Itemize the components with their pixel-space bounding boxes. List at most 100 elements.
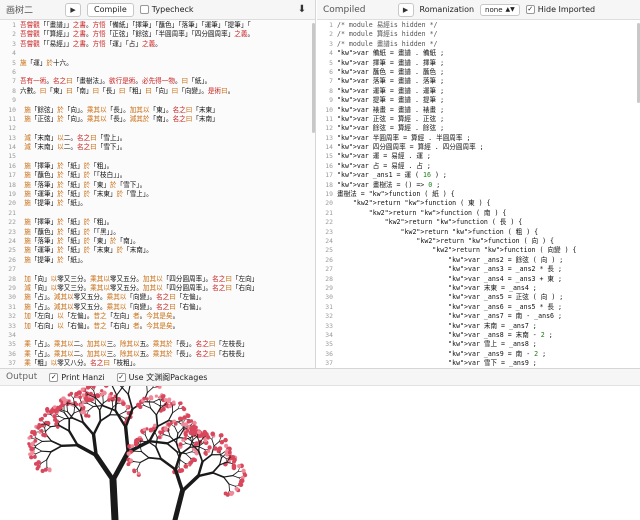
line-number: 21 <box>325 208 333 217</box>
blossom <box>183 432 188 437</box>
compiled-line: 29 "kw">var 末東 = _ans4 ; <box>317 284 640 293</box>
hide-imported-label: Hide Imported <box>537 5 596 14</box>
blossom <box>157 435 162 440</box>
blossom <box>161 394 166 398</box>
typecheck-checkbox[interactable] <box>139 5 149 14</box>
blossom <box>109 391 114 396</box>
file-title[interactable]: 画树二 <box>6 3 33 16</box>
line-number: 7 <box>12 77 16 86</box>
tree-branch <box>152 398 160 403</box>
blossom <box>193 458 197 463</box>
source-line-text: 乘「占」。乘其以二。加其以三。除其以五。乘其於「長」。名之曰「左枝長」 <box>24 340 249 349</box>
compiled-line: 22 "kw2">return "kw">function ( 長 ) { <box>317 218 640 227</box>
blossom <box>27 436 31 440</box>
blossom <box>217 446 223 451</box>
compile-button[interactable]: Compile <box>87 2 134 17</box>
blossom <box>35 466 40 471</box>
line-number: 9 <box>12 96 16 105</box>
tree-branch <box>172 408 179 414</box>
line-number: 8 <box>12 86 16 95</box>
blossom <box>40 416 44 421</box>
source-line: 28 加「向」以零又三分。乘其以零又五分。加其以「四分圓周率」。名之曰「左向」 <box>0 275 315 284</box>
line-number: 22 <box>325 218 333 227</box>
tree-branch <box>35 450 43 455</box>
run-button[interactable]: ▶ <box>65 2 82 17</box>
compiled-line: 10 "kw">var 裱畫 = 畫譜 . 裱畫 ; <box>317 106 640 115</box>
tree-branch <box>40 459 48 464</box>
source-scrollbar[interactable] <box>311 21 315 368</box>
tree-branch <box>146 387 154 394</box>
line-number: 24 <box>325 236 333 245</box>
blossom <box>121 401 126 407</box>
hide-imported-checkbox[interactable]: ✓ <box>525 5 535 14</box>
blossom <box>91 386 96 389</box>
tree-branch <box>213 441 220 447</box>
line-number: 8 <box>329 86 333 95</box>
tree-branch <box>155 445 162 460</box>
tree-branch <box>201 453 213 463</box>
compiled-line-text: "kw">var _ans8 = 末南 - 2 ; <box>448 330 553 339</box>
tree-branch <box>114 409 127 429</box>
print-hanzi-label: Print Hanzi <box>61 372 105 382</box>
source-line-text: 吾嘗觀「「算經」」之書。方悟「正弦」「餘弦」「半圓周率」「四分圓周率」之義。 <box>20 30 255 39</box>
line-number: 6 <box>329 67 333 76</box>
hide-imported-toggle[interactable]: ✓ Hide Imported <box>525 5 596 14</box>
blossom <box>138 404 143 410</box>
tree-branch <box>59 418 66 422</box>
tree-branch <box>159 457 177 471</box>
typecheck-toggle[interactable]: Typecheck <box>139 5 194 14</box>
compiled-code-view[interactable]: 1 /* module 易經is hidden */ 2 /* module 算經is… <box>317 21 640 368</box>
blossom <box>166 398 171 404</box>
line-number: 1 <box>12 21 16 29</box>
use-packages-toggle[interactable]: ✓ Use 文渊阁Packages <box>116 372 207 383</box>
tree-branch <box>140 440 149 443</box>
blossom <box>230 490 235 496</box>
blossom <box>132 468 136 472</box>
download-icon[interactable]: ⬇ <box>295 3 309 17</box>
source-line: 11 施「正弦」於「向」。乘其以「長」。減其於「南」。名之曰「末南」 <box>0 115 315 124</box>
romanization-select[interactable]: none ▲▼ <box>480 3 520 16</box>
use-packages-checkbox[interactable]: ✓ <box>116 372 126 382</box>
compiled-line: 8 "kw">var 運筆 = 畫譜 . 運筆 ; <box>317 87 640 96</box>
run-compiled-button[interactable]: ▶ <box>397 2 414 17</box>
compiled-line-text: "kw">var 蘸色 = 畫譜 . 蘸色 ; <box>337 67 445 76</box>
blossom <box>76 390 81 395</box>
source-scrollbar-thumb[interactable] <box>312 23 315 133</box>
blossom <box>33 438 38 443</box>
blossom <box>37 423 42 428</box>
line-number: 5 <box>12 58 16 67</box>
blossom <box>78 395 82 400</box>
tree-branch <box>175 432 179 444</box>
compiled-line: 15 "kw">var 運 = 易經 . 運 ; <box>317 152 640 161</box>
compiled-toolbar: Compiled ▶ Romanization none ▲▼ ✓ Hide I… <box>317 0 640 20</box>
print-hanzi-checkbox[interactable]: ✓ <box>49 372 59 382</box>
source-line-text: 吾嘗觀「「易經」」之書。方悟「運」「占」之義。 <box>20 39 162 48</box>
source-code-editor[interactable]: 1 吾嘗觀「「畫譜」」之書。方悟「備紙」「擇筆」「蘸色」「落筆」「運筆」「提筆」「… <box>0 21 315 368</box>
print-hanzi-toggle[interactable]: ✓ Print Hanzi <box>49 372 105 382</box>
source-line: 26 施「提筆」於「紙」。 <box>0 256 315 265</box>
compiled-scrollbar[interactable] <box>636 21 640 368</box>
play-icon: ▶ <box>402 5 409 14</box>
compiled-line: 9 "kw">var 提筆 = 畫譜 . 提筆 ; <box>317 96 640 105</box>
compiled-line-text: "kw">var _ans4 = _ans3 + 東 ; <box>448 274 562 283</box>
source-line: 5 施「運」於十六。 <box>0 59 315 68</box>
compiled-title: Compiled <box>323 4 366 15</box>
line-number: 15 <box>325 152 333 161</box>
source-line: 33 加「右向」以「右偏」。昔之「右向」者。今其是矣。 <box>0 322 315 331</box>
compiled-line-text: "kw">var 末東 = _ans4 ; <box>448 283 537 292</box>
source-line-text: 加「左向」以「左偏」。昔之「左向」者。今其是矣。 <box>24 312 180 321</box>
compiled-line-text: "kw">var 運筆 = 畫譜 . 運筆 ; <box>337 86 445 95</box>
tree-branch <box>35 441 43 446</box>
tree-branch <box>118 411 126 416</box>
compiled-line-text: "kw">var _ans5 = 正弦 ( 向 ) ; <box>448 293 564 302</box>
line-number: 32 <box>8 312 16 321</box>
source-editor-pane: 画树二 ▶ Compile Typecheck ⬇ 1 吾嘗觀「「畫譜」」之書。方… <box>0 0 316 368</box>
line-number: 16 <box>325 161 333 170</box>
compiled-line: 6 "kw">var 蘸色 = 畫譜 . 蘸色 ; <box>317 68 640 77</box>
blossom <box>32 429 37 434</box>
compiled-line-text: "kw">var 運 = 易經 . 運 ; <box>337 152 431 161</box>
source-line-text: 施「提筆」於「紙」。 <box>24 255 87 264</box>
blossom <box>40 468 45 473</box>
blossom <box>237 464 242 469</box>
tree-branch <box>41 450 52 453</box>
